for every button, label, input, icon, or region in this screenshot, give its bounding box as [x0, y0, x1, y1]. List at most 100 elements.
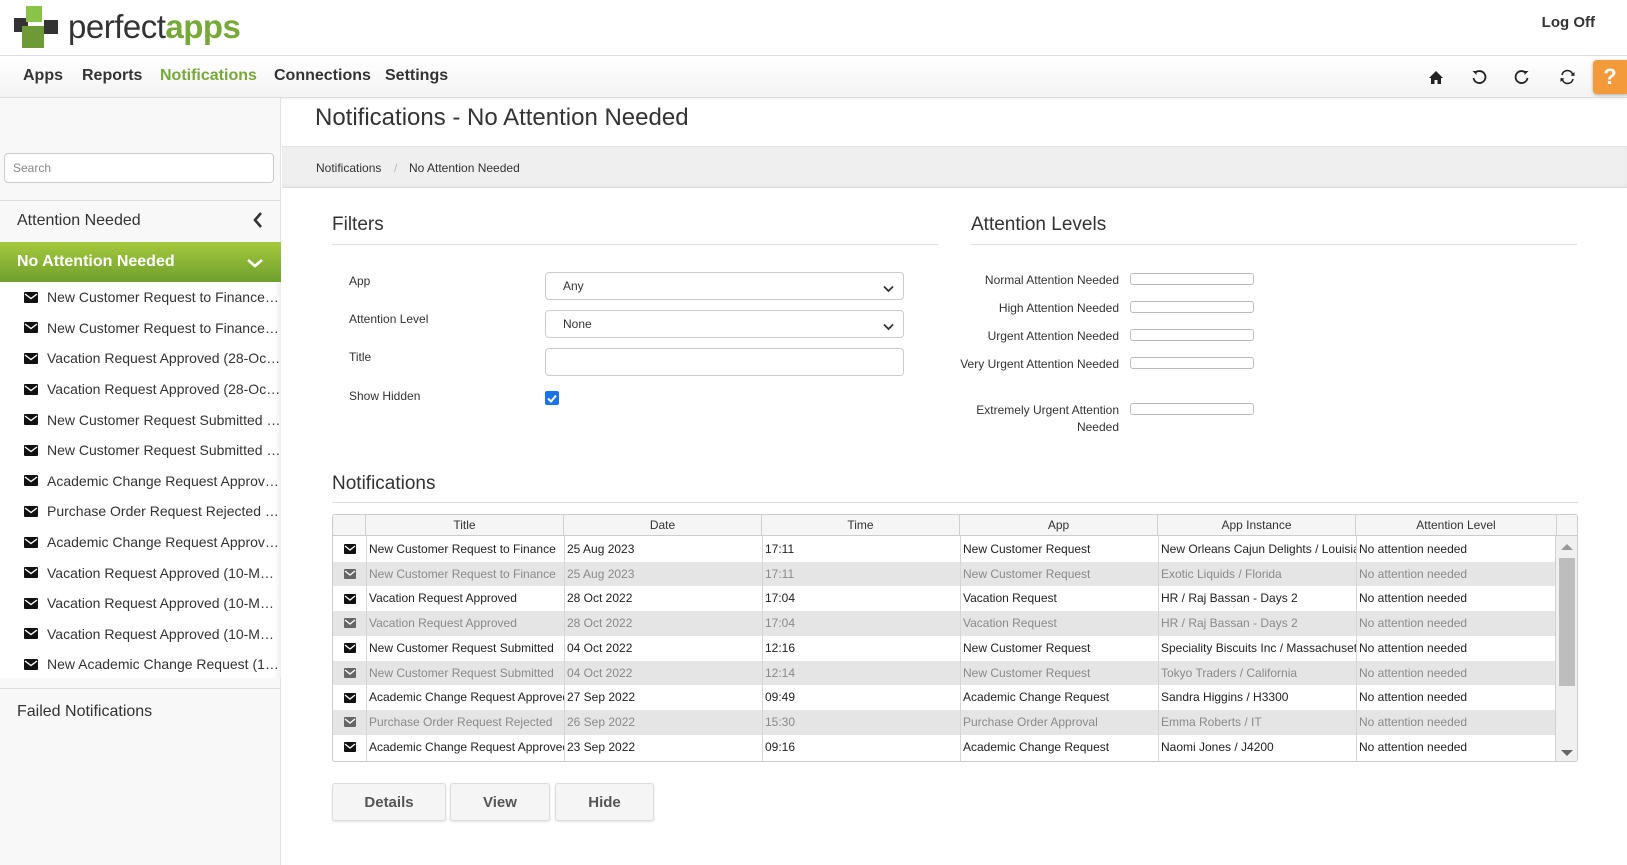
attention-level-color-swatch[interactable]: [1130, 357, 1254, 369]
sidebar-notification-label: New Customer Request Submitted (4-Oct-20…: [47, 442, 281, 459]
col-header-icon[interactable]: [333, 515, 366, 536]
section-attention-needed[interactable]: Attention Needed: [0, 201, 281, 241]
cell-date: 23 Sep 2022: [567, 739, 636, 754]
envelope-icon: [24, 322, 38, 334]
sidebar-notification-item[interactable]: New Customer Request Submitted (4-Oct-20…: [0, 404, 281, 435]
sync-icon[interactable]: [1553, 63, 1581, 91]
sidebar-notification-item[interactable]: Vacation Request Approved (10-May-2022): [0, 619, 281, 650]
attention-level-color-swatch[interactable]: [1130, 329, 1254, 341]
envelope-icon: [333, 661, 366, 686]
cell-app: Purchase Order Approval: [963, 714, 1098, 729]
sidebar-notification-item[interactable]: Vacation Request Approved (28-Oct-2022 1…: [0, 374, 281, 405]
checkmark-icon: [547, 394, 557, 403]
undo-icon[interactable]: [1465, 63, 1493, 91]
envelope-icon: [24, 475, 38, 487]
sidebar-notification-item[interactable]: Vacation Request Approved (28-Oct-2022 1…: [0, 343, 281, 374]
sidebar-notification-item[interactable]: Academic Change Request Approved (27-Sep…: [0, 466, 281, 497]
app-filter-select[interactable]: Any: [545, 272, 904, 300]
cell-date: 28 Oct 2022: [567, 616, 633, 631]
nav-apps[interactable]: Apps: [23, 67, 63, 85]
attention-level-color-swatch[interactable]: [1130, 301, 1254, 313]
table-row[interactable]: New Customer Request to Finance 25 Aug 20…: [333, 537, 1557, 562]
section-no-attention-needed[interactable]: No Attention Needed: [0, 242, 281, 282]
notifications-heading: Notifications: [332, 473, 436, 494]
nav-reports[interactable]: Reports: [82, 67, 142, 85]
sidebar-notification-item[interactable]: New Customer Request to Finance (25-Aug-…: [0, 313, 281, 344]
table-row[interactable]: New Customer Request to Finance 25 Aug 20…: [333, 561, 1557, 587]
cell-app: New Customer Request: [963, 640, 1091, 655]
cell-instance: HR / Raj Bassan - Days 2: [1161, 591, 1298, 606]
table-row[interactable]: Academic Change Request Approved 27 Sep 2…: [333, 685, 1557, 710]
logo-square: [44, 20, 58, 34]
sidebar-notification-item[interactable]: New Customer Request Submitted (4-Oct-20…: [0, 435, 281, 466]
nav-settings[interactable]: Settings: [385, 67, 448, 85]
attention-level-label: Extremely Urgent Attention Needed: [976, 403, 1119, 434]
envelope-icon: [24, 505, 38, 517]
envelope-icon: [24, 383, 38, 395]
col-header-app[interactable]: App: [960, 515, 1158, 536]
scroll-up-arrow-icon[interactable]: [1561, 544, 1573, 550]
column-divider: [762, 536, 763, 761]
view-button[interactable]: View: [450, 783, 550, 821]
show-hidden-checkbox[interactable]: [545, 391, 559, 405]
nav-connections[interactable]: Connections: [274, 67, 371, 85]
sidebar-notification-item[interactable]: New Academic Change Request (15-Feb-2022…: [0, 649, 281, 678]
help-button[interactable]: ?: [1593, 60, 1627, 94]
app-filter-label: App: [349, 274, 371, 288]
envelope-icon: [24, 658, 38, 670]
table-row[interactable]: New Customer Request Submitted 04 Oct 202…: [333, 636, 1557, 661]
cell-app: Academic Change Request: [963, 739, 1110, 754]
col-header-date[interactable]: Date: [564, 515, 762, 536]
cell-date: 04 Oct 2022: [567, 665, 633, 680]
sidebar-notification-item[interactable]: Academic Change Request Approved (23-Sep…: [0, 527, 281, 558]
sidebar-search-input[interactable]: [4, 153, 274, 183]
divider: [332, 244, 938, 245]
table-row[interactable]: Academic Change Request Approved 23 Sep 2…: [333, 735, 1557, 760]
home-icon[interactable]: [1422, 63, 1450, 91]
cell-instance: Naomi Jones / J4200: [1161, 739, 1274, 754]
col-header-app-instance[interactable]: App Instance: [1158, 515, 1356, 536]
sidebar-notification-item[interactable]: Purchase Order Request Rejected (26-Sep-…: [0, 496, 281, 527]
table-row[interactable]: New Customer Request Submitted 04 Oct 202…: [333, 660, 1557, 686]
column-divider: [1356, 536, 1357, 761]
cell-level: No attention needed: [1359, 616, 1468, 631]
breadcrumb-notifications[interactable]: Notifications: [316, 161, 381, 175]
sidebar-notification-item[interactable]: Vacation Request Approved (10-May-2022): [0, 557, 281, 588]
perfectapps-logo[interactable]: perfectapps: [10, 6, 250, 52]
sidebar-notification-item[interactable]: Vacation Request Approved (10-May-2022): [0, 588, 281, 619]
envelope-icon: [24, 628, 38, 640]
cell-instance: Exotic Liquids / Florida: [1161, 566, 1282, 581]
attention-level-color-swatch[interactable]: [1130, 403, 1254, 415]
logo-word-light: perfect: [68, 8, 166, 45]
chevron-down-icon: [247, 255, 263, 273]
attention-level-label: Very Urgent Attention Needed: [960, 357, 1119, 371]
app-filter-value: Any: [563, 279, 584, 293]
attention-level-color-swatch[interactable]: [1130, 273, 1254, 285]
section-failed-notifications[interactable]: Failed Notifications: [0, 690, 281, 734]
sidebar-notification-item[interactable]: New Customer Request to Finance (25-Aug-…: [0, 282, 281, 313]
hide-button[interactable]: Hide: [555, 783, 654, 821]
log-off-link[interactable]: Log Off: [1542, 14, 1595, 31]
table-row[interactable]: Vacation Request Approved 28 Oct 2022 17:0…: [333, 611, 1557, 636]
cell-level: No attention needed: [1359, 690, 1468, 705]
col-header-time[interactable]: Time: [762, 515, 960, 536]
cell-time: 09:16: [765, 739, 796, 754]
col-header-attention-level[interactable]: Attention Level: [1356, 515, 1557, 536]
nav-notifications[interactable]: Notifications: [160, 67, 257, 85]
envelope-icon: [24, 597, 38, 609]
details-button[interactable]: Details: [332, 783, 446, 821]
title-filter-input[interactable]: [545, 348, 904, 376]
scrollbar-thumb[interactable]: [1559, 558, 1575, 686]
sidebar-notification-label: Vacation Request Approved (10-May-2022): [47, 564, 281, 581]
attention-level-filter-select[interactable]: None: [545, 310, 904, 338]
cell-title: New Customer Request to Finance: [369, 542, 556, 556]
scroll-down-arrow-icon[interactable]: [1561, 750, 1573, 756]
grid-vertical-scrollbar[interactable]: [1555, 536, 1577, 761]
envelope-icon: [333, 586, 366, 611]
col-header-title[interactable]: Title: [366, 515, 564, 536]
envelope-icon: [333, 636, 366, 661]
redo-icon[interactable]: [1508, 63, 1536, 91]
cell-title: Academic Change Request Approved: [369, 690, 564, 705]
table-row[interactable]: Purchase Order Request Rejected 26 Sep 20…: [333, 709, 1557, 735]
table-row[interactable]: Vacation Request Approved 28 Oct 2022 17:0…: [333, 586, 1557, 611]
